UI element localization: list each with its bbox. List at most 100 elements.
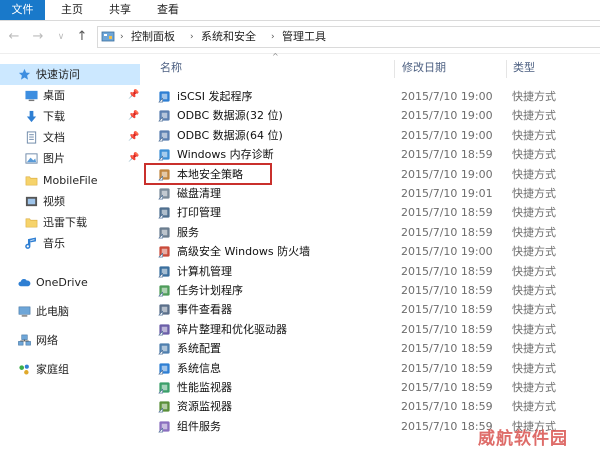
- music-icon: [25, 237, 36, 249]
- file-date: 2015/7/10 19:00: [401, 245, 493, 259]
- file-row[interactable]: 性能监视器 2015/7/10 18:59 快捷方式: [155, 378, 600, 397]
- sidebar-item-pictures[interactable]: 图片 📌: [0, 148, 140, 169]
- column-header-date[interactable]: 修改日期: [402, 54, 446, 82]
- column-header-type[interactable]: 类型: [513, 54, 535, 82]
- file-type: 快捷方式: [512, 109, 556, 123]
- disk-cleanup-icon: [158, 188, 170, 200]
- desktop-icon: [25, 90, 38, 102]
- breadcrumb-separator-icon[interactable]: ›: [120, 29, 124, 45]
- file-type: 快捷方式: [512, 225, 556, 239]
- file-row[interactable]: 打印管理 2015/7/10 18:59 快捷方式: [155, 203, 600, 222]
- pin-icon[interactable]: 📌: [128, 148, 139, 169]
- tab-file[interactable]: 文件: [0, 0, 45, 20]
- pin-icon[interactable]: 📌: [128, 127, 139, 148]
- up-arrow-icon[interactable]: ↑: [74, 29, 90, 45]
- pin-icon[interactable]: 📌: [128, 85, 139, 106]
- file-date: 2015/7/10 19:00: [401, 128, 493, 142]
- file-row[interactable]: ODBC 数据源(64 位) 2015/7/10 19:00 快捷方式: [155, 126, 600, 145]
- file-row[interactable]: 任务计划程序 2015/7/10 18:59 快捷方式: [155, 281, 600, 300]
- file-row[interactable]: 系统配置 2015/7/10 18:59 快捷方式: [155, 339, 600, 358]
- file-type: 快捷方式: [512, 303, 556, 317]
- file-name: 系统配置: [177, 342, 221, 356]
- file-date: 2015/7/10 18:59: [401, 342, 493, 356]
- file-row[interactable]: 计算机管理 2015/7/10 18:59 快捷方式: [155, 262, 600, 281]
- breadcrumb-admin-tools[interactable]: 管理工具: [282, 29, 326, 45]
- sidebar-item-quick-access[interactable]: 快速访问: [0, 64, 140, 85]
- file-type: 快捷方式: [512, 400, 556, 414]
- file-row[interactable]: 高级安全 Windows 防火墙 2015/7/10 19:00 快捷方式: [155, 242, 600, 261]
- file-type: 快捷方式: [512, 187, 556, 200]
- file-date: 2015/7/10 18:59: [401, 322, 493, 336]
- file-row[interactable]: ODBC 数据源(32 位) 2015/7/10 19:00 快捷方式: [155, 106, 600, 125]
- file-name: 高级安全 Windows 防火墙: [177, 245, 311, 259]
- folder-icon: [25, 176, 38, 186]
- forward-arrow-icon[interactable]: →: [30, 29, 46, 45]
- file-name: 系统信息: [177, 361, 221, 375]
- file-row[interactable]: 碎片整理和优化驱动器 2015/7/10 18:59 快捷方式: [155, 320, 600, 339]
- address-bar[interactable]: › 控制面板 › 系统和安全 › 管理工具: [97, 26, 600, 48]
- print-management-icon: [158, 207, 170, 219]
- file-row[interactable]: iSCSI 发起程序 2015/7/10 19:00 快捷方式: [155, 87, 600, 106]
- highlight-box: [144, 163, 272, 185]
- file-row[interactable]: 事件查看器 2015/7/10 18:59 快捷方式: [155, 300, 600, 319]
- sidebar-item-this-pc[interactable]: 此电脑: [0, 301, 140, 322]
- sidebar-item-onedrive[interactable]: OneDrive: [0, 272, 140, 293]
- sidebar-item-videos[interactable]: 视频: [0, 191, 140, 212]
- computer-management-icon: [158, 265, 170, 277]
- recent-chevron-icon[interactable]: ∨: [53, 29, 69, 45]
- iscsi-icon: [158, 91, 170, 103]
- file-date: 2015/7/10 19:01: [401, 187, 493, 200]
- sidebar-item-desktop[interactable]: 桌面 📌: [0, 85, 140, 106]
- sidebar-item-xunlei[interactable]: 迅雷下载: [0, 212, 140, 233]
- file-row[interactable]: 系统信息 2015/7/10 18:59 快捷方式: [155, 359, 600, 378]
- ribbon: 文件 主页 共享 查看: [0, 0, 600, 21]
- tab-share[interactable]: 共享: [109, 0, 131, 20]
- file-row[interactable]: 磁盘清理 2015/7/10 19:01 快捷方式: [155, 184, 600, 203]
- sidebar-item-mobilefile[interactable]: MobileFile: [0, 170, 140, 191]
- breadcrumb-system-security[interactable]: 系统和安全: [201, 29, 256, 45]
- odbc-icon: [158, 130, 170, 142]
- cloud-icon: [18, 278, 31, 287]
- tab-home[interactable]: 主页: [61, 0, 83, 20]
- file-type: 快捷方式: [512, 128, 556, 142]
- file-name: 任务计划程序: [177, 284, 243, 297]
- file-date: 2015/7/10 18:59: [401, 400, 493, 414]
- pin-icon[interactable]: 📌: [128, 106, 139, 127]
- file-name: Windows 内存诊断: [177, 148, 274, 162]
- back-arrow-icon[interactable]: ←: [6, 29, 22, 45]
- file-row[interactable]: 资源监视器 2015/7/10 18:59 快捷方式: [155, 397, 600, 416]
- file-row[interactable]: 服务 2015/7/10 18:59 快捷方式: [155, 223, 600, 242]
- file-row[interactable]: Windows 内存诊断 2015/7/10 18:59 快捷方式: [155, 145, 600, 164]
- sidebar-item-documents[interactable]: 文档 📌: [0, 127, 140, 148]
- system-info-icon: [158, 362, 170, 374]
- performance-monitor-icon: [158, 382, 170, 394]
- file-date: 2015/7/10 19:00: [401, 167, 493, 181]
- breadcrumb-separator-icon[interactable]: ›: [190, 29, 194, 45]
- event-viewer-icon: [158, 304, 170, 316]
- file-name: 打印管理: [177, 206, 221, 220]
- sidebar-item-homegroup[interactable]: 家庭组: [0, 359, 140, 380]
- file-type: 快捷方式: [512, 284, 556, 297]
- file-type: 快捷方式: [512, 264, 556, 278]
- sidebar-item-music[interactable]: 音乐: [0, 233, 140, 254]
- file-name: 性能监视器: [177, 381, 232, 394]
- breadcrumb-separator-icon[interactable]: ›: [271, 29, 275, 45]
- column-header-name[interactable]: 名称: [160, 54, 182, 82]
- sidebar-item-downloads[interactable]: 下载 📌: [0, 106, 140, 127]
- breadcrumb-control-panel[interactable]: 控制面板: [131, 29, 175, 45]
- memory-diagnostic-icon: [158, 149, 170, 161]
- column-divider[interactable]: [506, 60, 507, 78]
- services-icon: [158, 227, 170, 239]
- file-name: 服务: [177, 225, 199, 239]
- component-services-icon: [158, 421, 170, 433]
- file-date: 2015/7/10 19:00: [401, 109, 493, 123]
- file-name: iSCSI 发起程序: [177, 90, 253, 103]
- task-scheduler-icon: [158, 285, 170, 297]
- file-name: 碎片整理和优化驱动器: [177, 322, 287, 336]
- sidebar-item-network[interactable]: 网络: [0, 330, 140, 351]
- sort-ascending-icon[interactable]: ^: [272, 52, 279, 61]
- tab-view[interactable]: 查看: [157, 0, 179, 20]
- file-type: 快捷方式: [512, 342, 556, 356]
- column-divider[interactable]: [394, 60, 395, 78]
- file-date: 2015/7/10 19:00: [401, 90, 493, 103]
